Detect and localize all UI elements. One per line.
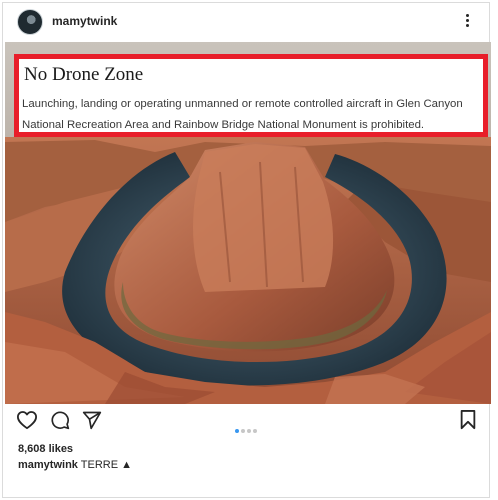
comment-icon[interactable] [50, 410, 70, 430]
paper-plane-icon[interactable] [82, 410, 102, 430]
carousel-indicator [235, 420, 259, 433]
no-drone-notice: No Drone Zone Launching, landing or oper… [14, 54, 488, 137]
more-options-icon[interactable] [459, 12, 475, 32]
heart-icon[interactable] [16, 410, 38, 430]
bookmark-icon[interactable] [459, 410, 477, 430]
post-actions [3, 407, 491, 437]
post-photo[interactable]: No Drone Zone Launching, landing or oper… [5, 42, 491, 404]
post-caption: mamytwink TERRE ▲ [18, 459, 132, 471]
carousel-dot-active [235, 429, 239, 433]
caption-username[interactable]: mamytwink [18, 459, 78, 471]
post-username[interactable]: mamytwink [52, 14, 117, 28]
post-header: mamytwink [3, 3, 491, 41]
carousel-dot [247, 429, 251, 433]
notice-body: Launching, landing or operating unmanned… [22, 98, 463, 131]
likes-count[interactable]: 8,608 likes [18, 443, 73, 455]
carousel-dot [253, 429, 257, 433]
carousel-dot [241, 429, 245, 433]
caption-text: TERRE ▲ [80, 459, 133, 471]
avatar[interactable] [17, 9, 43, 35]
post-card: mamytwink No Drone Zone Launching, landi… [2, 2, 491, 498]
notice-title: No Drone Zone [24, 64, 144, 85]
